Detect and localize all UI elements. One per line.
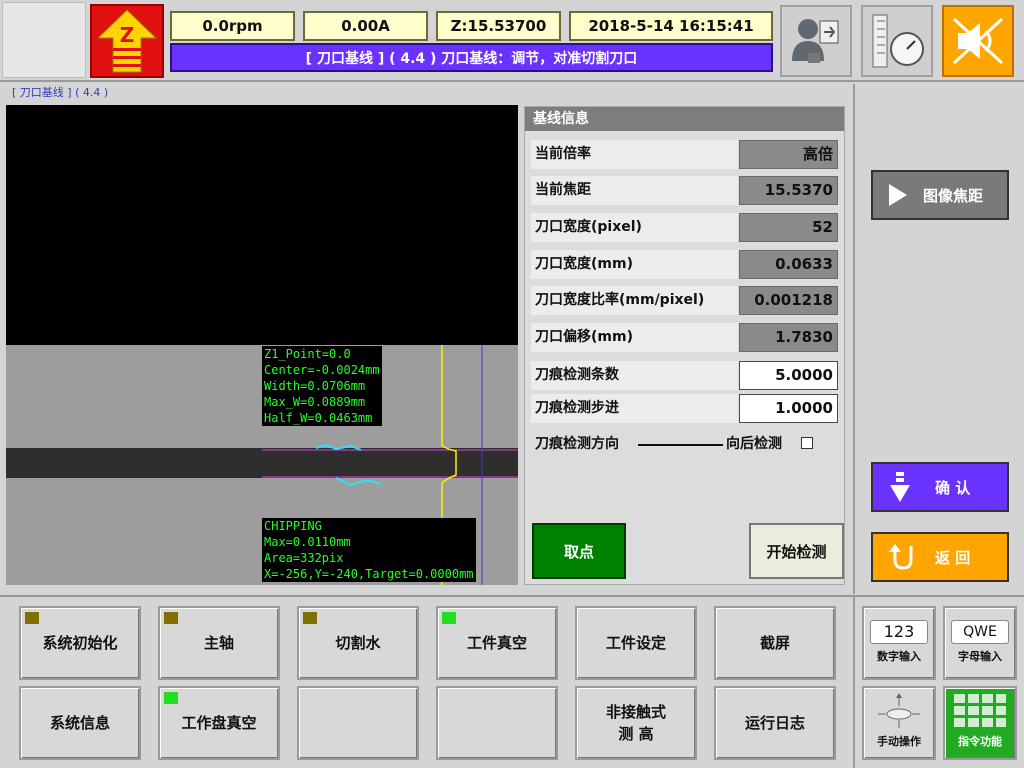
non-contact-height-button[interactable]: 非接触式 测 高 xyxy=(575,686,697,760)
speaker-muted-icon xyxy=(952,17,1004,65)
row-label: 刀痕检测条数 xyxy=(531,361,738,390)
run-log-button[interactable]: 运行日志 xyxy=(714,686,836,760)
grid-icon xyxy=(954,694,1006,727)
empty-button[interactable] xyxy=(436,686,558,760)
overlay-top: Z1_Point=0.0 Center=-0.0024mm Width=0.0706… xyxy=(262,346,382,426)
focus-value: 15.5370 xyxy=(739,176,838,205)
backward-detect-checkbox[interactable] xyxy=(801,437,813,449)
down-arrow-icon xyxy=(890,472,910,502)
row-label: 刀口偏移(mm) xyxy=(531,323,738,352)
page-title: [ 刀口基线 ] ( 4.4 ) 刀口基线：调节，对准切割刀口 xyxy=(170,43,773,72)
gauge-icon xyxy=(872,14,924,68)
function-bar: 系统初始化 主轴 切割水 工件真空 工件设定 截屏 系统信息 工作盘真空 非接触… xyxy=(0,595,853,768)
numeric-keyboard-icon: 123 xyxy=(870,620,928,644)
return-icon xyxy=(889,544,913,570)
chuck-vacuum-button[interactable]: 工作盘真空 xyxy=(158,686,280,760)
status-indicator xyxy=(164,692,178,704)
row-label: 当前倍率 xyxy=(531,140,738,169)
row-label: 刀口宽度(mm) xyxy=(531,250,738,279)
svg-text:Z: Z xyxy=(120,23,135,47)
up-arrow-icon: Z xyxy=(96,9,158,73)
take-point-button[interactable]: 取点 xyxy=(532,523,626,579)
panel-title: 基线信息 xyxy=(525,107,844,131)
status-indicator xyxy=(164,612,178,624)
datetime: 2018-5-14 16:15:41 xyxy=(569,11,773,41)
empty-button[interactable] xyxy=(297,686,419,760)
status-indicator xyxy=(303,612,317,624)
button-label: 指令功能 xyxy=(958,735,1002,748)
breadcrumb: [ 刀口基线 ] ( 4.4 ) xyxy=(12,86,109,99)
button-label: 手动操作 xyxy=(877,735,921,748)
overlay-bottom: CHIPPING Max=0.0110mm Area=332pix X=-256,Y=… xyxy=(262,518,476,582)
blade-width-ratio-value: 0.001218 xyxy=(739,286,838,315)
screenshot-button[interactable]: 截屏 xyxy=(714,606,836,680)
z-position: Z:15.53700 xyxy=(436,11,561,41)
back-button[interactable]: 返 回 xyxy=(871,532,1009,582)
button-label: 返 回 xyxy=(935,548,971,567)
command-function-button[interactable]: 指令功能 xyxy=(943,686,1017,760)
blade-width-mm-value: 0.0633 xyxy=(739,250,838,279)
workpiece-vacuum-button[interactable]: 工件真空 xyxy=(436,606,558,680)
button-label: 图像焦距 xyxy=(923,186,984,205)
direction-label: 刀痕检测方向 xyxy=(535,436,619,452)
magnification-value: 高倍 xyxy=(739,140,838,169)
direction-divider xyxy=(638,444,723,446)
z-axis-up-button[interactable]: Z xyxy=(90,4,164,78)
button-label: 数字输入 xyxy=(877,650,921,663)
workpiece-setup-button[interactable]: 工件设定 xyxy=(575,606,697,680)
status-indicator xyxy=(25,612,39,624)
spindle-current: 0.00A xyxy=(303,11,428,41)
cutting-water-button[interactable]: 切割水 xyxy=(297,606,419,680)
header: Z 0.0rpm 0.00A Z:15.53700 2018-5-14 16:1… xyxy=(0,0,1024,82)
right-panel: 图像焦距 确 认 返 回 xyxy=(853,84,1024,594)
numeric-input-button[interactable]: 123 数字输入 xyxy=(862,606,936,680)
input-panel: 123 数字输入 QWE 字母输入 手动操作 指令功能 xyxy=(853,595,1024,768)
user-lock-icon xyxy=(792,19,839,63)
button-label: 确 认 xyxy=(935,478,971,497)
blade-offset-value: 1.7830 xyxy=(739,323,838,352)
spindle-button[interactable]: 主轴 xyxy=(158,606,280,680)
joystick-icon xyxy=(878,693,920,728)
status-indicator xyxy=(442,612,456,624)
play-icon xyxy=(889,184,907,206)
confirm-button[interactable]: 确 认 xyxy=(871,462,1009,512)
blade-width-pixel-value: 52 xyxy=(739,213,838,242)
system-init-button[interactable]: 系统初始化 xyxy=(19,606,141,680)
spindle-rpm: 0.0rpm xyxy=(170,11,295,41)
start-detect-button[interactable]: 开始检测 xyxy=(749,523,844,579)
row-label: 刀口宽度比率(mm/pixel) xyxy=(531,286,738,315)
baseline-info-panel: 基线信息 当前倍率 高倍 当前焦距 15.5370 刀口宽度(pixel) 52… xyxy=(524,106,845,585)
row-label: 当前焦距 xyxy=(531,176,738,205)
user-login-button[interactable] xyxy=(780,5,852,77)
row-label: 刀痕检测步进 xyxy=(531,394,738,423)
alpha-keyboard-icon: QWE xyxy=(951,620,1009,644)
button-label: 字母输入 xyxy=(958,650,1002,663)
direction-value: 向后检测 xyxy=(726,436,782,452)
mark-count-input[interactable]: 5.0000 xyxy=(739,361,838,390)
system-info-button[interactable]: 系统信息 xyxy=(19,686,141,760)
mark-step-input[interactable]: 1.0000 xyxy=(739,394,838,423)
logo xyxy=(2,2,86,78)
mute-button[interactable] xyxy=(942,5,1014,77)
alpha-input-button[interactable]: QWE 字母输入 xyxy=(943,606,1017,680)
manual-operation-button[interactable]: 手动操作 xyxy=(862,686,936,760)
camera-view[interactable]: Z1_Point=0.0 Center=-0.0024mm Width=0.0706… xyxy=(6,105,518,585)
image-focus-button[interactable]: 图像焦距 xyxy=(871,170,1009,220)
row-label: 刀口宽度(pixel) xyxy=(531,213,738,242)
camera-image: Z1_Point=0.0 Center=-0.0024mm Width=0.0706… xyxy=(6,345,518,585)
gauge-button[interactable] xyxy=(861,5,933,77)
